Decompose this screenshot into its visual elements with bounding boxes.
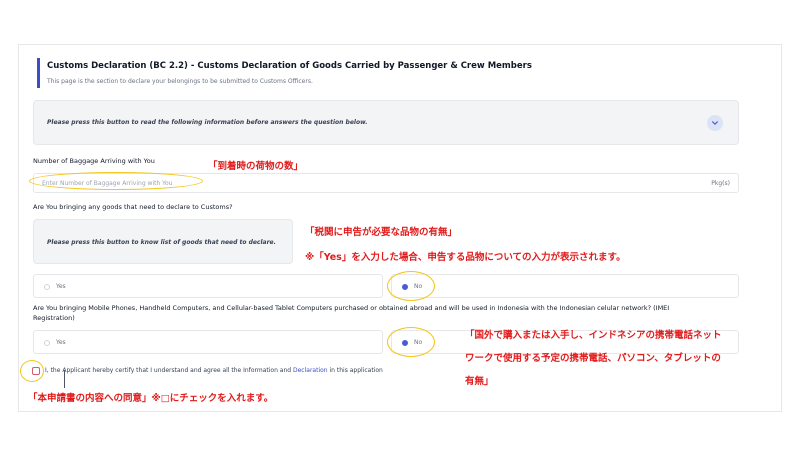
imei-question-line1: Are You bringing Mobile Phones, Handheld… xyxy=(33,304,670,312)
annotation-baggage: 「到着時の荷物の数」 xyxy=(208,161,304,172)
annotation-customs-line2: ※「Yes」を入力した場合、申告する品物についての入力が表示されます。 xyxy=(305,252,626,263)
declare-goods-no-option[interactable]: No xyxy=(391,274,739,298)
annotation-pointer xyxy=(64,370,65,388)
annotation-imei-line3: 有無」 xyxy=(465,376,494,387)
baggage-highlight-circle xyxy=(29,172,203,190)
declare-goods-question: Are You bringing any goods that need to … xyxy=(33,203,233,211)
title-accent-bar xyxy=(37,58,40,88)
annotation-imei-line2: ワークで使用する予定の携帯電話、パソコン、タブレットの xyxy=(465,353,721,364)
annotation-imei-line1: 「国外で購入または入手し、インドネシアの携帯電話ネット xyxy=(465,330,722,341)
annotation-consent: 「本申請書の内容への同意」※□にチェックを入れます。 xyxy=(28,393,274,404)
checkbox-highlight-circle xyxy=(20,360,44,382)
radio-label: Yes xyxy=(56,283,66,290)
certification-text-after: in this application xyxy=(327,367,383,374)
annotation-customs-line1: 「税関に申告が必要な品物の有無」 xyxy=(305,227,458,238)
section-subtitle: This page is the section to declare your… xyxy=(47,78,313,85)
declaration-link[interactable]: Declaration xyxy=(293,367,328,374)
section-title: Customs Declaration (BC 2.2) - Customs D… xyxy=(47,61,532,71)
chevron-down-icon xyxy=(712,121,718,125)
certification-text-before: I, the Applicant hereby certify that I u… xyxy=(45,367,293,374)
imei-question-line2: Registration) xyxy=(33,314,75,322)
declare-no-highlight-circle xyxy=(387,271,435,301)
declare-goods-yes-option[interactable]: Yes xyxy=(33,274,383,298)
info-panel-text: Please press this button to read the fol… xyxy=(47,119,368,126)
imei-no-highlight-circle xyxy=(387,327,435,357)
certification-text: I, the Applicant hereby certify that I u… xyxy=(45,367,383,374)
goods-list-info-text: Please press this button to know list of… xyxy=(47,239,276,246)
radio-dot xyxy=(44,340,50,346)
baggage-label: Number of Baggage Arriving with You xyxy=(33,157,155,165)
imei-yes-option[interactable]: Yes xyxy=(33,330,383,354)
radio-label: Yes xyxy=(56,339,66,346)
expand-info-button[interactable] xyxy=(707,115,723,131)
radio-dot xyxy=(44,284,50,290)
baggage-unit: Pkg(s) xyxy=(711,180,730,187)
